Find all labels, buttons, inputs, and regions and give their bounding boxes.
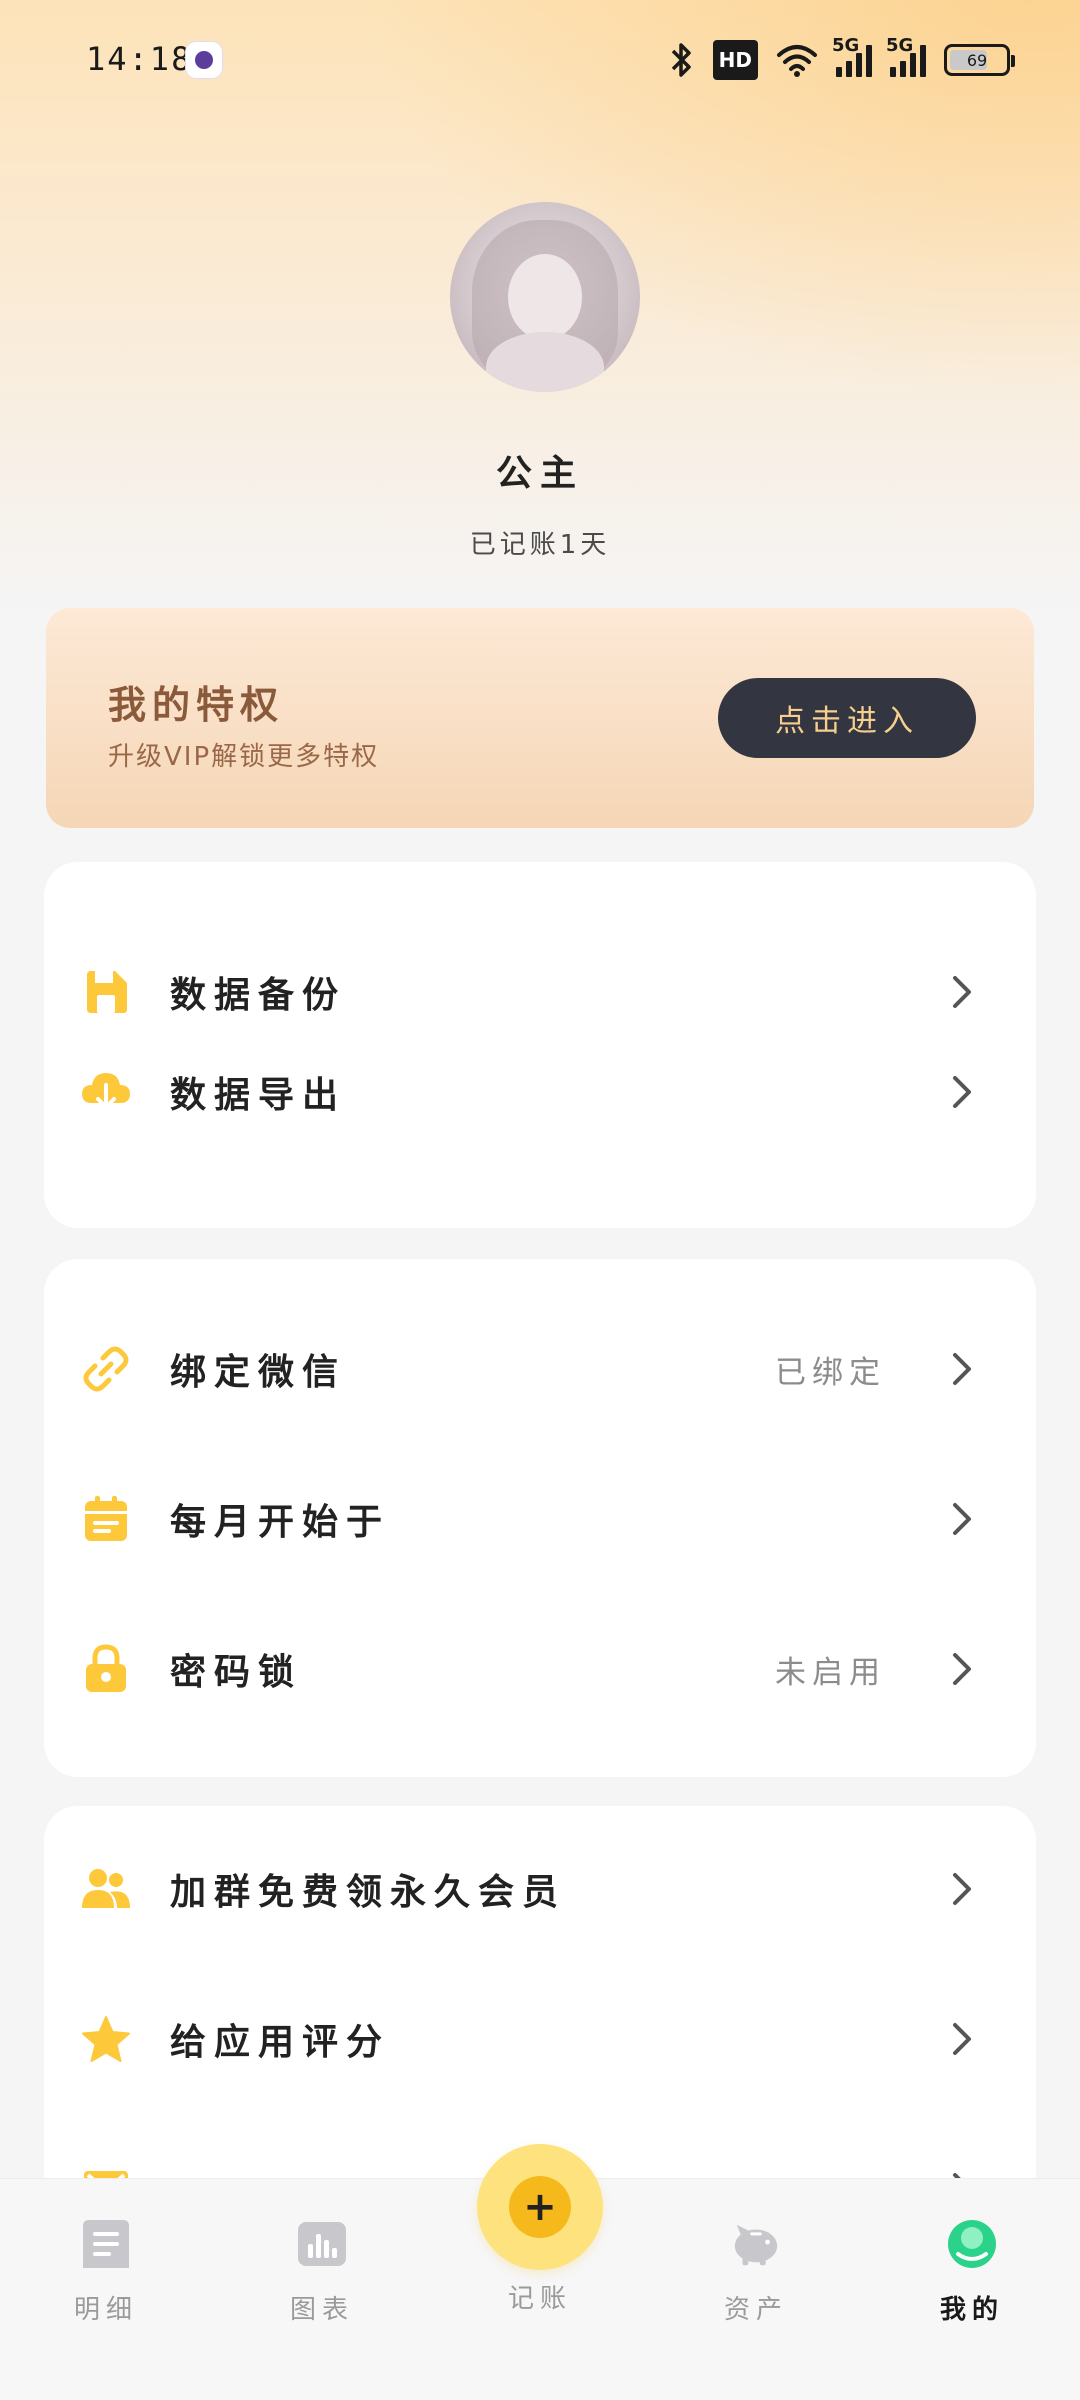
floppy-icon bbox=[80, 966, 132, 1018]
cloud-download-icon bbox=[80, 1066, 132, 1118]
chart-icon bbox=[295, 2217, 349, 2271]
bluetooth-icon bbox=[669, 40, 695, 80]
calendar-icon bbox=[80, 1493, 132, 1545]
status-time: 14:18 bbox=[86, 40, 193, 78]
record-days-text: 已记账1天 bbox=[469, 530, 611, 560]
wechat-bind-status: 已绑定 bbox=[775, 1354, 886, 1391]
link-icon bbox=[80, 1343, 132, 1395]
account-settings-card: 绑定微信 已绑定 每月开始于 密码锁 未启用 bbox=[44, 1259, 1036, 1777]
menu-item-label: 绑定微信 bbox=[170, 1352, 347, 1393]
nav-tab-charts[interactable]: 图表 bbox=[252, 2217, 392, 2337]
add-record-button[interactable]: + bbox=[477, 2144, 603, 2270]
group-icon bbox=[80, 1863, 132, 1915]
piggy-bank-icon bbox=[729, 2217, 783, 2271]
chevron-right-icon bbox=[942, 2019, 982, 2059]
notification-app-icon bbox=[186, 42, 222, 78]
menu-item-data-export[interactable]: 数据导出 bbox=[44, 1037, 1036, 1147]
signal-icon-sim1: 5G bbox=[832, 35, 872, 77]
hd-voice-icon: HD bbox=[712, 40, 758, 80]
status-bar: 14:18 HD 5G 5G 69 bbox=[0, 0, 1080, 120]
vip-enter-button[interactable]: 点击进入 bbox=[718, 678, 976, 758]
chevron-right-icon bbox=[942, 1869, 982, 1909]
chevron-right-icon bbox=[942, 972, 982, 1012]
menu-item-label: 数据备份 bbox=[170, 975, 347, 1016]
menu-item-password-lock[interactable]: 密码锁 未启用 bbox=[44, 1614, 1036, 1724]
menu-item-label: 数据导出 bbox=[170, 1075, 347, 1116]
lock-icon bbox=[80, 1643, 132, 1695]
password-lock-status: 未启用 bbox=[775, 1654, 886, 1691]
nav-label: 明细 bbox=[73, 2295, 138, 2325]
nav-tab-mine[interactable]: 我的 bbox=[902, 2217, 1042, 2337]
battery-icon: 69 bbox=[944, 44, 1015, 76]
menu-item-label: 每月开始于 bbox=[170, 1502, 391, 1543]
chevron-right-icon bbox=[942, 1349, 982, 1389]
list-icon bbox=[79, 2217, 133, 2271]
avatar[interactable] bbox=[450, 202, 640, 392]
star-icon bbox=[80, 2013, 132, 2065]
chevron-right-icon bbox=[942, 1649, 982, 1689]
menu-item-data-backup[interactable]: 数据备份 bbox=[44, 937, 1036, 1047]
nav-label: 资产 bbox=[723, 2295, 788, 2325]
nav-label-record: 记账 bbox=[507, 2284, 572, 2314]
menu-item-label: 密码锁 bbox=[170, 1652, 303, 1693]
menu-item-rate-app[interactable]: 给应用评分 bbox=[44, 1984, 1036, 2094]
menu-item-month-start[interactable]: 每月开始于 bbox=[44, 1464, 1036, 1574]
vip-title: 我的特权 bbox=[108, 683, 285, 727]
chevron-right-icon bbox=[942, 1072, 982, 1112]
nav-tab-details[interactable]: 明细 bbox=[36, 2217, 176, 2337]
wifi-icon bbox=[776, 40, 818, 80]
menu-item-join-group[interactable]: 加群免费领永久会员 bbox=[44, 1834, 1036, 1944]
vip-privilege-card[interactable]: 我的特权 升级VIP解锁更多特权 点击进入 bbox=[46, 608, 1034, 828]
profile-name: 公主 bbox=[495, 453, 584, 494]
menu-item-label: 加群免费领永久会员 bbox=[170, 1872, 567, 1913]
signal-icon-sim2: 5G bbox=[886, 35, 926, 77]
menu-item-bind-wechat[interactable]: 绑定微信 已绑定 bbox=[44, 1314, 1036, 1424]
menu-item-label: 给应用评分 bbox=[170, 2022, 391, 2063]
data-settings-card: 数据备份 数据导出 bbox=[44, 862, 1036, 1228]
nav-label: 图表 bbox=[289, 2295, 354, 2325]
plus-icon: + bbox=[509, 2176, 571, 2238]
profile-icon bbox=[945, 2217, 999, 2271]
nav-label: 我的 bbox=[939, 2295, 1004, 2325]
vip-subtitle: 升级VIP解锁更多特权 bbox=[108, 742, 380, 772]
chevron-right-icon bbox=[942, 1499, 982, 1539]
nav-tab-assets[interactable]: 资产 bbox=[686, 2217, 826, 2337]
